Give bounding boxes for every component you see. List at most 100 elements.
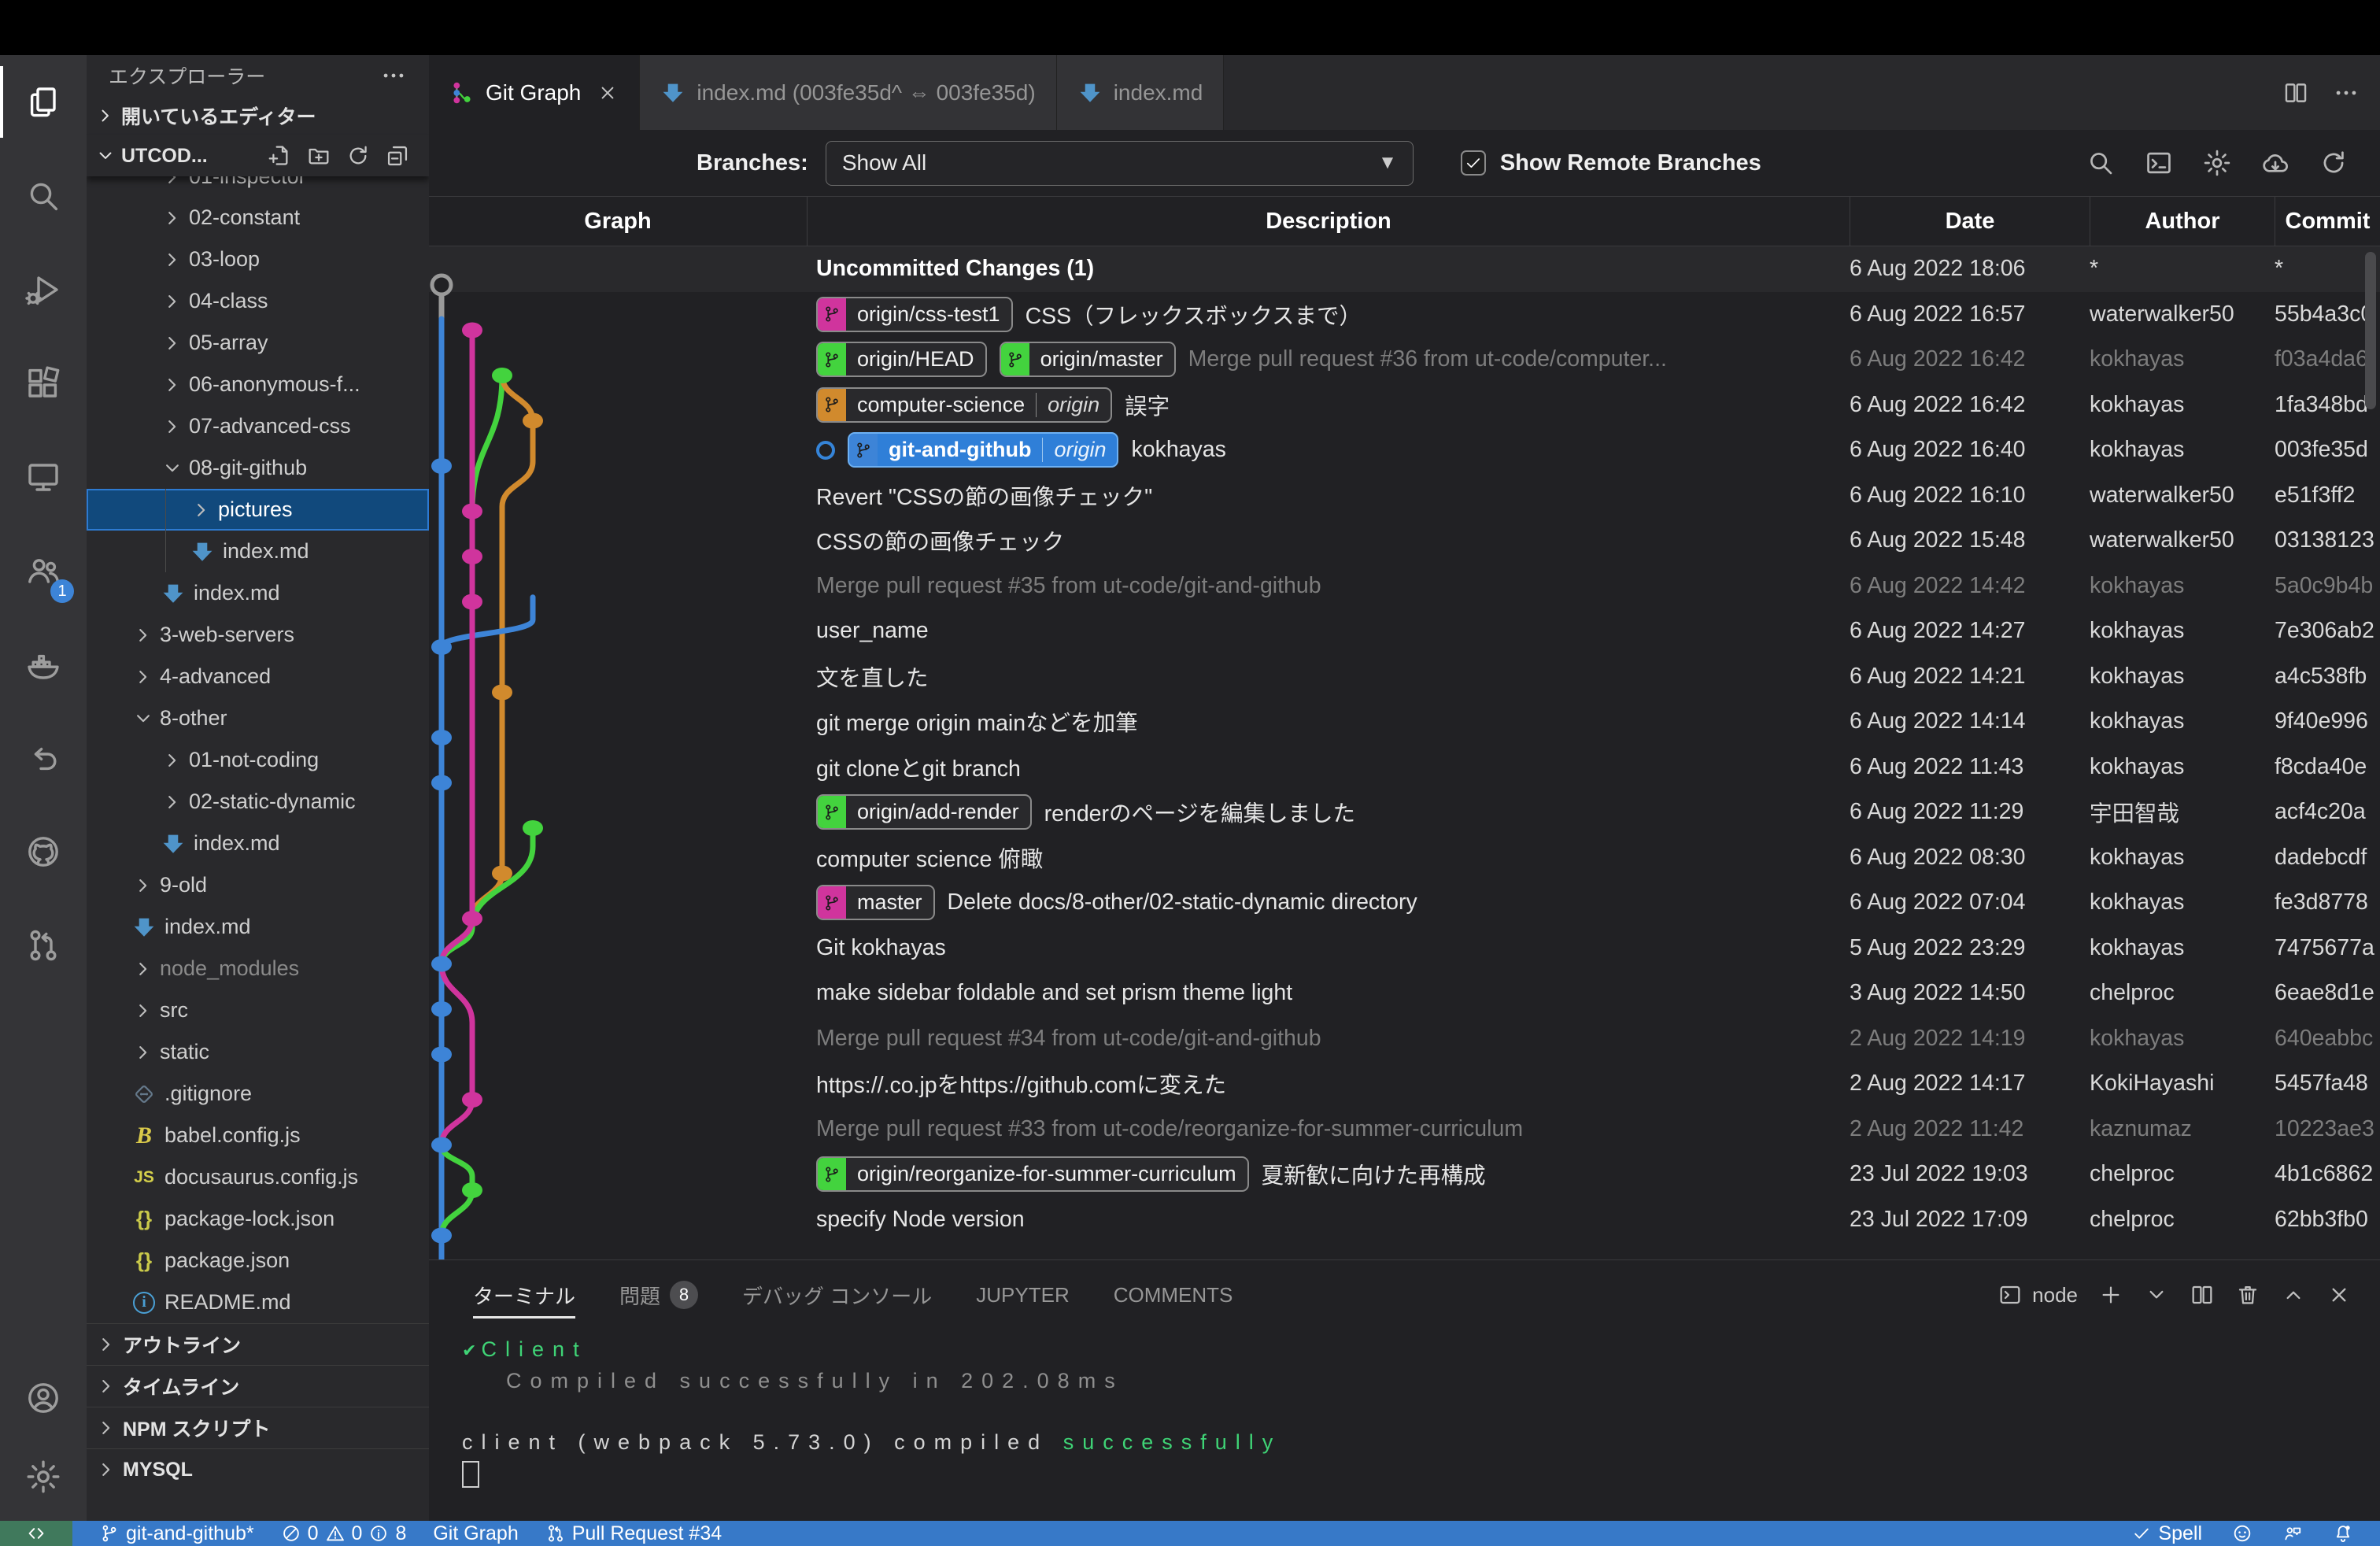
tree-item-9-old[interactable]: 9-old [87, 864, 429, 906]
branch-badge-git-and-github[interactable]: git-and-githuborigin [848, 432, 1118, 468]
panel-tab-ターミナル[interactable]: ターミナル [473, 1260, 575, 1330]
panel-tab-COMMENTS[interactable]: COMMENTS [1114, 1260, 1233, 1330]
tree-item-03-loop[interactable]: 03-loop [87, 239, 429, 280]
tree-item-3-web-servers[interactable]: 3-web-servers [87, 614, 429, 656]
panel-tab-問題[interactable]: 問題8 [619, 1260, 698, 1330]
split-editor-icon[interactable] [2190, 1282, 2215, 1307]
new-file-icon[interactable] [267, 143, 292, 168]
search-icon[interactable] [2086, 148, 2116, 178]
column-header-graph[interactable]: Graph [429, 197, 807, 246]
tree-item-package.json[interactable]: {}package.json [87, 1240, 429, 1282]
cloud-download-icon[interactable] [2260, 148, 2290, 178]
chevron-down-icon[interactable] [2144, 1282, 2169, 1307]
column-header-description[interactable]: Description [807, 197, 1850, 246]
branch-badge-origin-reorganize-for-summer-curriculum[interactable]: origin/reorganize-for-summer-curriculum [816, 1156, 1249, 1192]
refresh-icon[interactable] [2319, 148, 2349, 178]
show-remote-branches-checkbox[interactable] [1461, 150, 1486, 176]
tree-item-index.md[interactable]: index.md [87, 906, 429, 948]
branch-badge-master[interactable]: master [816, 885, 935, 920]
tree-item-8-other[interactable]: 8-other [87, 697, 429, 739]
close-icon[interactable] [597, 82, 619, 104]
tree-item-01-not-coding[interactable]: 01-not-coding [87, 739, 429, 781]
status-git-graph-status[interactable]: Git Graph [433, 1522, 518, 1545]
status-octoface[interactable] [2232, 1523, 2252, 1544]
tree-item-05-array[interactable]: 05-array [87, 322, 429, 364]
activity-account[interactable] [0, 1359, 87, 1437]
tab-index.md[interactable]: index.md [1057, 55, 1225, 130]
tree-item-pictures[interactable]: pictures [87, 489, 429, 531]
section-アウトライン[interactable]: アウトライン [87, 1323, 429, 1365]
branches-dropdown[interactable]: Show All ▼ [826, 141, 1414, 186]
tree-item-package-lock.json[interactable]: {}package-lock.json [87, 1198, 429, 1240]
branch-badge-computer-science[interactable]: computer-scienceorigin [816, 387, 1112, 423]
tab-index.md[interactable]: index.md (003fe35d^ ⇔ 003fe35d) [640, 55, 1056, 130]
close-icon[interactable] [2326, 1282, 2352, 1307]
activity-run-and-debug[interactable] [0, 242, 87, 336]
remote-indicator[interactable] [0, 1521, 72, 1546]
branch-badge-origin-add-render[interactable]: origin/add-render [816, 794, 1032, 830]
more-actions-icon[interactable] [380, 62, 407, 89]
activity-github-pull-requests[interactable] [0, 898, 87, 992]
new-folder-icon[interactable] [306, 143, 331, 168]
branch-badge-origin-css-test1[interactable]: origin/css-test1 [816, 297, 1013, 332]
scrollbar-thumb[interactable] [2365, 252, 2376, 409]
branch-badge-origin-master[interactable]: origin/master [1000, 342, 1176, 377]
tree-item-babel.config.js[interactable]: Bbabel.config.js [87, 1115, 429, 1156]
terminal-shell-label[interactable]: node [2032, 1283, 2078, 1307]
column-header-date[interactable]: Date [1850, 197, 2090, 246]
activity-docker[interactable] [0, 617, 87, 711]
status-pull-request-status[interactable]: Pull Request #34 [545, 1522, 722, 1545]
column-header-author[interactable]: Author [2090, 197, 2275, 246]
plus-icon[interactable] [2098, 1282, 2123, 1307]
tree-item-index.md[interactable]: index.md [87, 531, 429, 572]
tree-item-src[interactable]: src [87, 989, 429, 1031]
panel-tab-JUPYTER[interactable]: JUPYTER [976, 1260, 1069, 1330]
activity-search[interactable] [0, 149, 87, 242]
section-workspace[interactable]: UTCOD... [87, 135, 429, 176]
status-notifications[interactable] [2333, 1523, 2353, 1544]
shell-icon[interactable] [1998, 1282, 2023, 1307]
status-spell-checker[interactable]: Spell [2131, 1522, 2202, 1545]
tree-item-docusaurus.config.js[interactable]: JSdocusaurus.config.js [87, 1156, 429, 1198]
section-タイムライン[interactable]: タイムライン [87, 1365, 429, 1407]
tree-item-readme.md[interactable]: iREADME.md [87, 1282, 429, 1323]
tab-git[interactable]: Git Graph [429, 55, 640, 130]
tree-item-index.md[interactable]: index.md [87, 823, 429, 864]
refresh-icon[interactable] [346, 143, 371, 168]
status-branch[interactable]: git-and-github* [99, 1522, 254, 1545]
branch-badge-origin-head[interactable]: origin/HEAD [816, 342, 987, 377]
section-open-editors[interactable]: 開いているエディター [87, 96, 429, 135]
terminal-icon[interactable] [2144, 148, 2174, 178]
activity-explorer[interactable] [0, 55, 87, 149]
tree-item-02-constant[interactable]: 02-constant [87, 197, 429, 239]
collapse-all-icon[interactable] [385, 143, 410, 168]
terminal-output[interactable]: ✔ ClientCompiled successfully in 202.08m… [429, 1330, 2380, 1521]
tree-item-06-anonymous-f...[interactable]: 06-anonymous-f... [87, 364, 429, 405]
split-editor-icon[interactable] [2282, 80, 2309, 106]
tree-item-07-advanced-css[interactable]: 07-advanced-css [87, 405, 429, 447]
trash-icon[interactable] [2235, 1282, 2260, 1307]
tree-item-index.md[interactable]: index.md [87, 572, 429, 614]
status-feedback[interactable] [2282, 1523, 2303, 1544]
panel-tab-デバッグ コンソール[interactable]: デバッグ コンソール [742, 1260, 932, 1330]
tree-item-static[interactable]: static [87, 1031, 429, 1073]
tree-item-.gitignore[interactable]: .gitignore [87, 1073, 429, 1115]
section-MYSQL[interactable]: MYSQL [87, 1448, 429, 1490]
activity-extensions[interactable] [0, 336, 87, 430]
activity-remote-explorer[interactable] [0, 430, 87, 523]
more-icon[interactable] [2333, 80, 2360, 106]
tree-item-node-modules[interactable]: node_modules [87, 948, 429, 989]
activity-manage-settings[interactable] [0, 1437, 87, 1516]
activity-github[interactable] [0, 804, 87, 898]
tree-item-08-git-github[interactable]: 08-git-github [87, 447, 429, 489]
activity-accounts-people[interactable]: 1 [0, 523, 87, 617]
gear-icon[interactable] [2202, 148, 2232, 178]
status-problems[interactable]: 0 0 8 [281, 1522, 407, 1545]
section-NPM スクリプト[interactable]: NPM スクリプト [87, 1407, 429, 1448]
tree-item-4-advanced[interactable]: 4-advanced [87, 656, 429, 697]
tree-item-02-static-dynamic[interactable]: 02-static-dynamic [87, 781, 429, 823]
chevron-up-icon[interactable] [2281, 1282, 2306, 1307]
tree-item-04-class[interactable]: 04-class [87, 280, 429, 322]
column-header-commit[interactable]: Commit [2275, 197, 2380, 246]
activity-undo-history[interactable] [0, 711, 87, 804]
